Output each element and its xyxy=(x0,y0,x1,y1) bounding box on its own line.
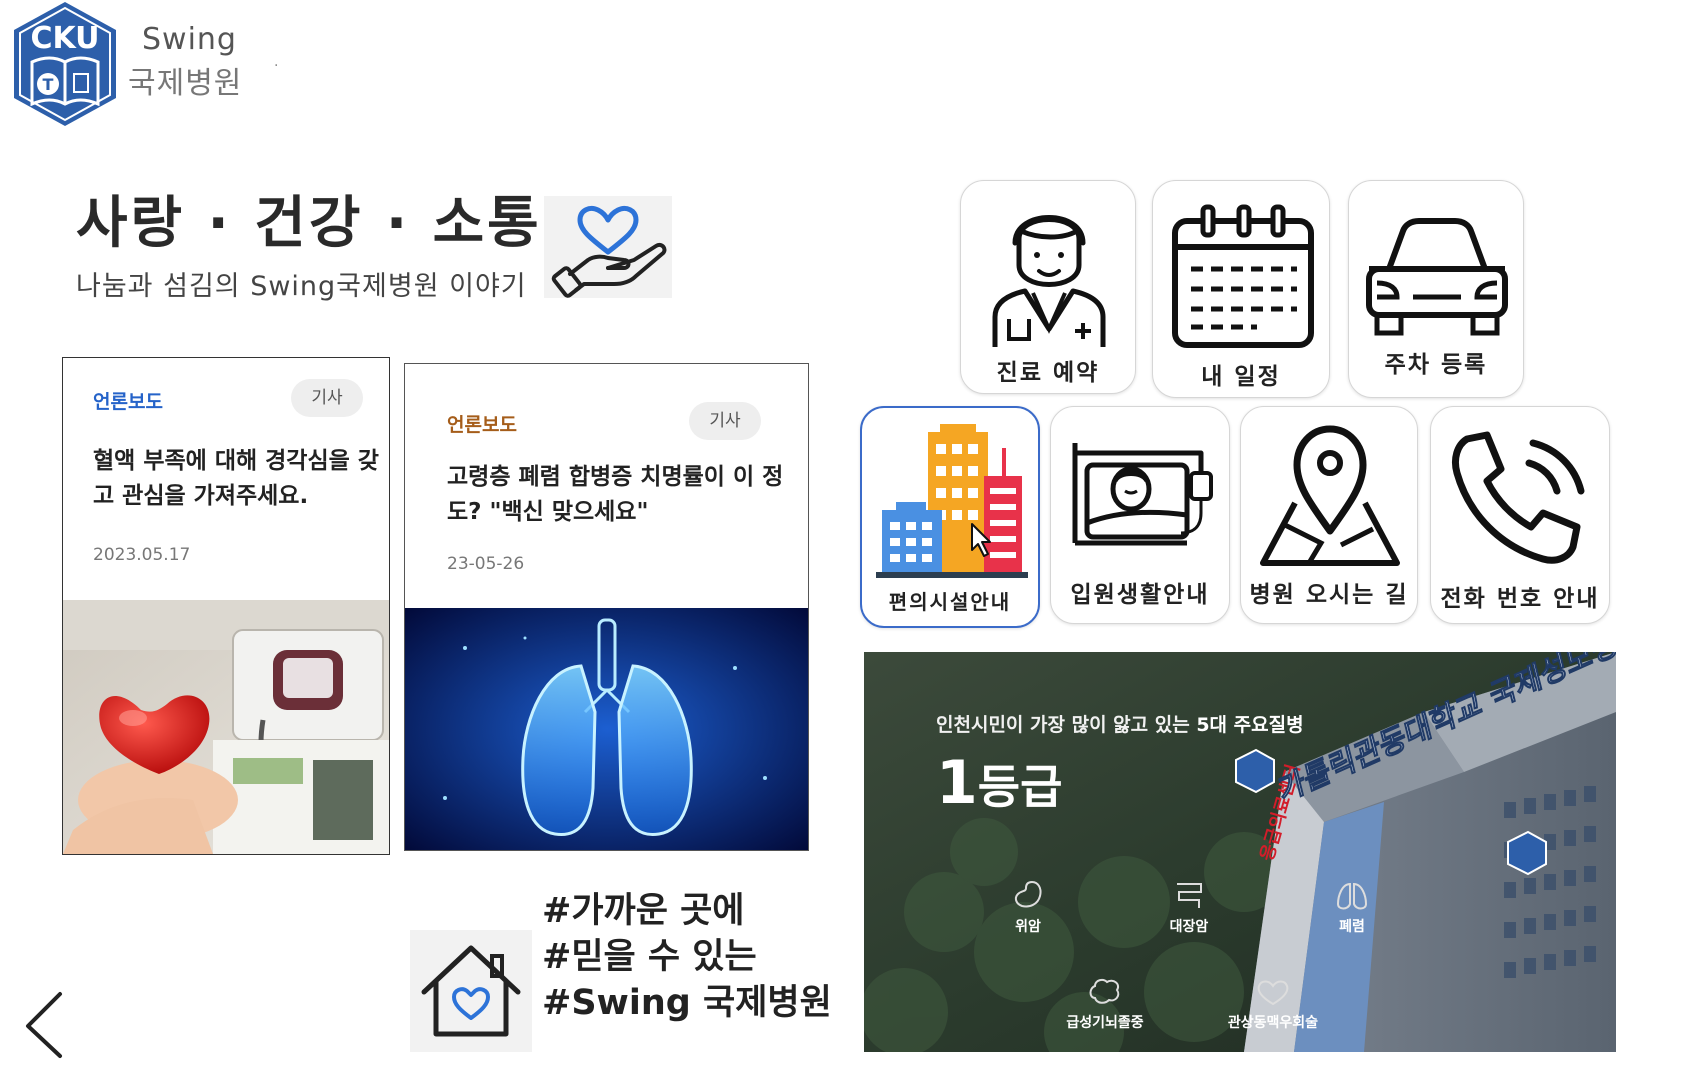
disease-label: 위암 xyxy=(1015,919,1041,935)
menu-tile-schedule[interactable]: 내 일정 xyxy=(1152,180,1330,398)
banner-headline-prefix: 인천시민이 가장 많이 앓고 있는 xyxy=(936,714,1197,736)
colon-icon xyxy=(1177,883,1202,908)
page-subheadline: 나눔과 섬김의 Swing국제병원 이야기 xyxy=(76,271,527,302)
menu-tile-label: 주차 등록 xyxy=(1384,352,1488,378)
news-date: 2023.05.17 xyxy=(93,545,191,565)
disease-stroke: 급성기뇌졸중 xyxy=(1050,974,1160,1032)
blood-donation-heart-photo xyxy=(63,600,389,854)
news-title: 고령층 폐렴 합병증 치명률이 이 정도? "백신 맞으세요" xyxy=(447,464,784,525)
menu-tile-inpatient[interactable]: 입원생활안내 xyxy=(1050,406,1230,624)
logo-text: CKU xyxy=(30,21,99,56)
calendar-icon xyxy=(1172,204,1314,348)
brand-dot: · xyxy=(274,58,279,74)
brand-subtitle: 국제병원 xyxy=(128,66,243,101)
menu-tile-directions[interactable]: 병원 오시는 길 xyxy=(1240,406,1418,624)
banner-grade-text: 등급 xyxy=(977,760,1063,814)
house-heart-icon xyxy=(410,930,532,1052)
menu-tile-facilities[interactable]: 편의시설안내 xyxy=(860,406,1040,628)
menu-tile-label: 진료 예약 xyxy=(996,360,1100,386)
menu-tile-appointment[interactable]: 진료 예약 xyxy=(960,180,1136,394)
tagline-line: #가까운 곳에 xyxy=(542,891,745,931)
stomach-icon xyxy=(1014,880,1042,908)
menu-tile-label: 입원생활안내 xyxy=(1070,582,1210,608)
banner-headline: 인천시민이 가장 많이 앓고 있는 5대 주요질병 xyxy=(936,710,1304,737)
news-title: 혈액 부족에 대해 경각심을 갖고 관심을 가져주세요. xyxy=(93,448,379,509)
phone-icon xyxy=(1451,431,1585,564)
banner-headline-bold: 5대 주요질병 xyxy=(1196,714,1304,736)
logo-letter: T xyxy=(43,75,54,94)
hospital-logo[interactable]: CKU T xyxy=(10,0,120,128)
tagline: #가까운 곳에 #믿을 수 있는 #Swing 국제병원 xyxy=(542,888,832,1026)
tagline-line: #믿을 수 있는 xyxy=(542,937,757,977)
disease-label: 관상동맥우회술 xyxy=(1227,1015,1319,1031)
back-arrow-icon[interactable] xyxy=(22,990,68,1060)
news-category: 언론보도 xyxy=(93,391,163,413)
news-tag: 기사 xyxy=(689,402,761,440)
hospital-bed-icon xyxy=(1072,443,1213,546)
brand-name: Swing xyxy=(142,22,237,57)
news-date: 23-05-26 xyxy=(447,554,525,574)
heart-organ-icon xyxy=(1257,980,1289,1006)
lungs-icon xyxy=(1336,882,1368,910)
menu-tile-label: 내 일정 xyxy=(1201,364,1281,390)
menu-tile-label: 병원 오시는 길 xyxy=(1249,582,1409,608)
banner-grade-number: 1 xyxy=(936,748,978,818)
news-card[interactable]: 언론보도 기사 고령층 폐렴 합병증 치명률이 이 정도? "백신 맞으세요" … xyxy=(404,363,809,851)
disease-label: 대장암 xyxy=(1169,919,1209,935)
brain-icon xyxy=(1089,978,1120,1004)
disease-label: 폐렴 xyxy=(1339,919,1365,935)
banner-grade: 1등급 xyxy=(936,748,1062,818)
hand-heart-icon xyxy=(544,196,672,298)
menu-tile-parking[interactable]: 주차 등록 xyxy=(1348,180,1524,398)
menu-tile-label: 편의시설안내 xyxy=(888,590,1012,614)
news-tag: 기사 xyxy=(291,379,363,417)
lungs-xray-photo xyxy=(405,608,808,850)
disease-cabg: 관상동맥우회술 xyxy=(1208,974,1338,1032)
car-icon xyxy=(1366,218,1508,336)
page-headline: 사랑 · 건강 · 소통 xyxy=(76,191,542,256)
disease-label: 급성기뇌졸중 xyxy=(1066,1015,1144,1031)
menu-tile-phone[interactable]: 전화 번호 안내 xyxy=(1430,406,1610,624)
disease-colon-cancer: 대장암 xyxy=(1154,878,1224,936)
menu-tile-label: 전화 번호 안내 xyxy=(1440,586,1600,612)
tagline-line: #Swing 국제병원 xyxy=(542,983,832,1023)
doctor-icon xyxy=(992,215,1106,347)
news-category: 언론보도 xyxy=(447,414,517,436)
disease-stomach-cancer: 위암 xyxy=(998,878,1058,936)
disease-pneumonia: 폐렴 xyxy=(1322,878,1382,936)
buildings-icon xyxy=(876,424,1028,578)
hospital-banner[interactable]: 응급의료센터 가톨릭관동대학교 국제성모병원 인천시민이 가장 많이 앓고 있는… xyxy=(864,652,1616,1052)
news-card[interactable]: 언론보도 기사 혈액 부족에 대해 경각심을 갖고 관심을 가져주세요. 202… xyxy=(62,357,390,855)
map-pin-icon xyxy=(1260,425,1400,566)
